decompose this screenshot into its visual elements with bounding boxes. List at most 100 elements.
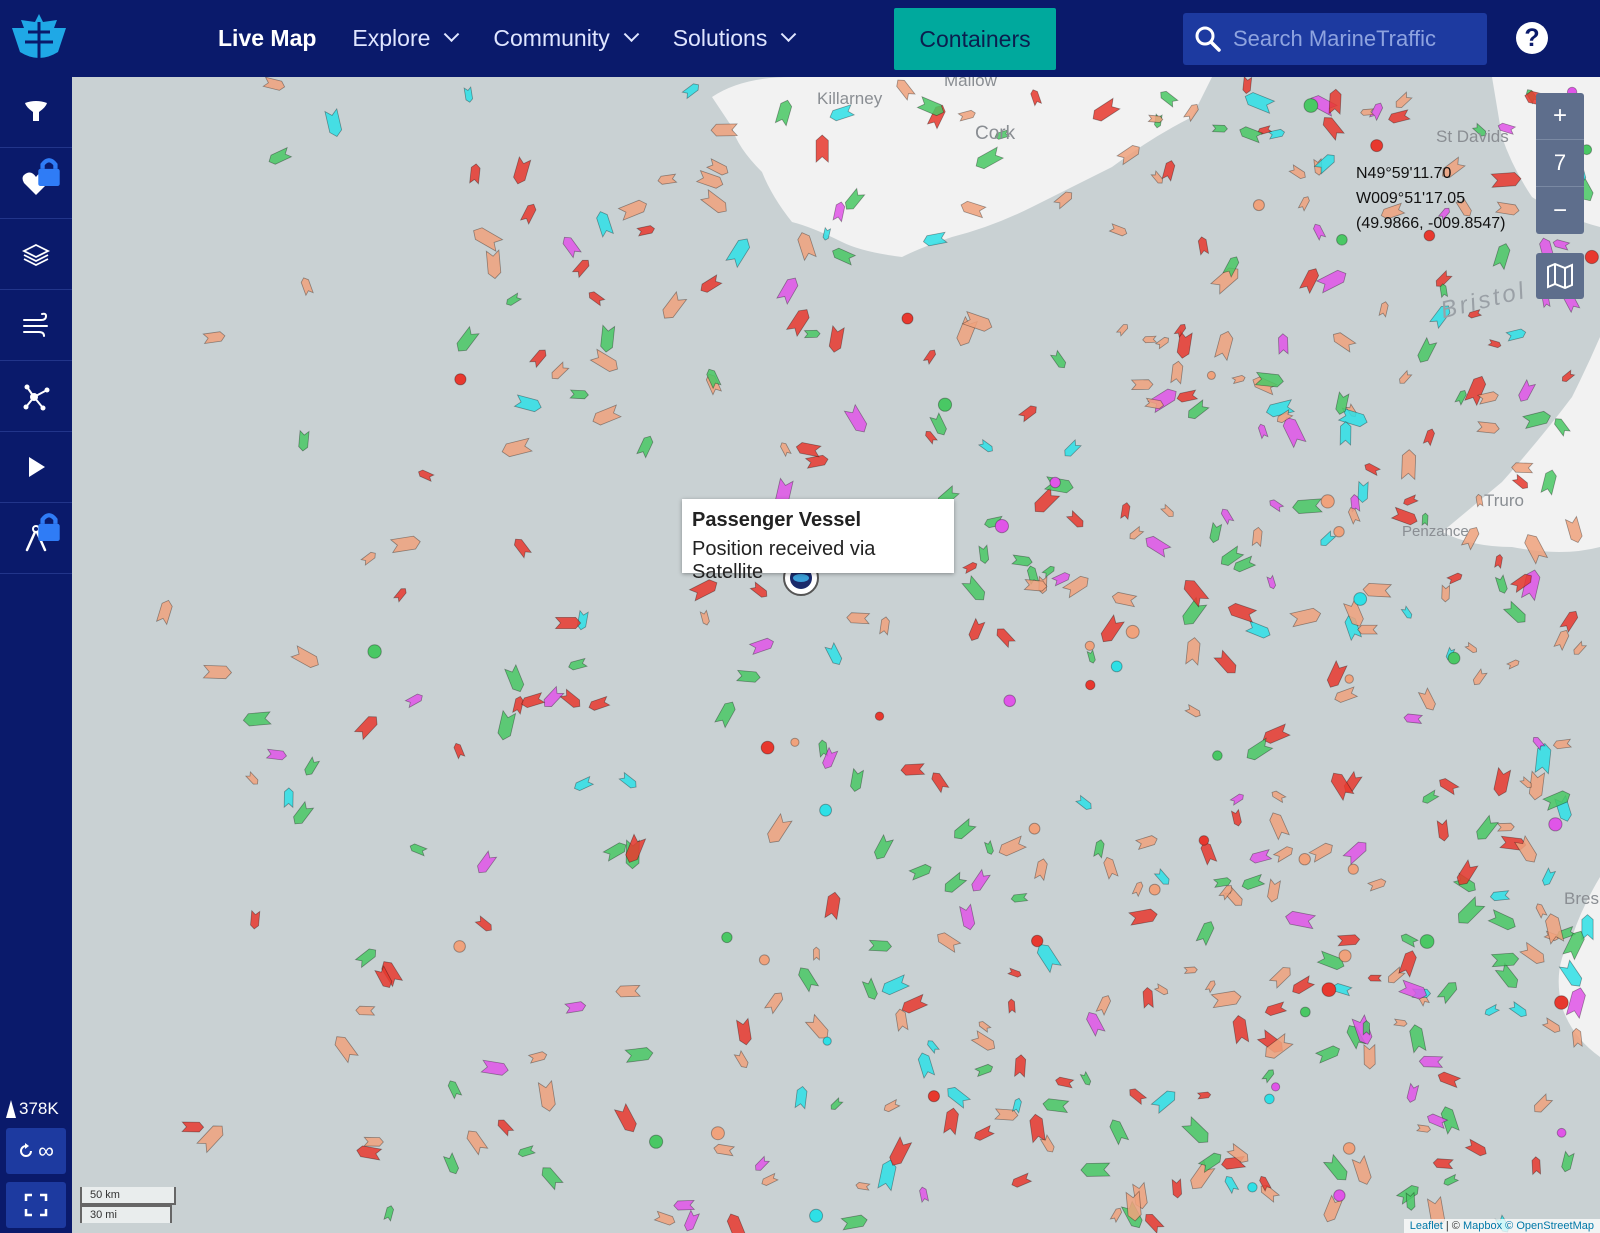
stationary-vessel-marker[interactable] <box>1110 660 1123 673</box>
vessel-marker[interactable] <box>1436 979 1459 1005</box>
vessel-marker[interactable] <box>291 800 315 827</box>
vessel-marker[interactable] <box>929 770 950 794</box>
vessel-marker[interactable] <box>917 1051 936 1080</box>
stationary-vessel-marker[interactable] <box>1299 1006 1311 1018</box>
stationary-vessel-marker[interactable] <box>1370 139 1384 153</box>
vessel-marker[interactable] <box>617 198 649 221</box>
vessel-marker[interactable] <box>417 469 435 482</box>
vessel-marker[interactable] <box>1184 703 1202 719</box>
vessel-marker[interactable] <box>505 292 523 307</box>
vessel-marker[interactable] <box>1544 912 1565 945</box>
vessel-marker[interactable] <box>453 742 466 760</box>
vessel-marker[interactable] <box>1322 1153 1351 1184</box>
vessel-marker[interactable] <box>496 1117 515 1137</box>
vessel-marker[interactable] <box>636 225 656 237</box>
vessel-marker[interactable] <box>1290 975 1316 996</box>
vessel-marker[interactable] <box>1494 554 1503 570</box>
vessel-marker[interactable] <box>1159 503 1175 519</box>
stationary-vessel-marker[interactable] <box>1303 98 1319 113</box>
vessel-marker[interactable] <box>1314 1044 1342 1064</box>
vessel-marker[interactable] <box>1508 1001 1528 1019</box>
vessel-marker[interactable] <box>1278 333 1289 355</box>
vessel-marker[interactable] <box>591 404 622 427</box>
vessel-marker[interactable] <box>1017 404 1039 423</box>
vessel-marker[interactable] <box>244 770 260 786</box>
vessel-marker[interactable] <box>813 946 820 961</box>
vessel-marker[interactable] <box>1243 90 1276 114</box>
vessel-marker[interactable] <box>1534 743 1552 775</box>
vessel-marker[interactable] <box>961 561 978 575</box>
vessel-marker[interactable] <box>699 609 710 626</box>
vessel-marker[interactable] <box>1471 668 1488 687</box>
vessel-marker[interactable] <box>1127 1087 1148 1106</box>
vessel-marker[interactable] <box>181 1121 205 1133</box>
vessel-marker[interactable] <box>1049 349 1068 371</box>
vessel-marker[interactable] <box>681 82 701 100</box>
vessel-marker[interactable] <box>1318 530 1337 548</box>
vessel-marker[interactable] <box>1436 1070 1462 1089</box>
vessel-marker[interactable] <box>1521 410 1552 429</box>
vessel-marker[interactable] <box>1257 423 1269 440</box>
vessel-marker[interactable] <box>926 1039 940 1055</box>
stationary-vessel-marker[interactable] <box>1028 822 1041 835</box>
stationary-vessel-marker[interactable] <box>1342 1142 1356 1155</box>
vessel-marker[interactable] <box>1109 1207 1123 1224</box>
vessel-marker[interactable] <box>944 1084 972 1109</box>
vessel-marker[interactable] <box>967 617 986 643</box>
vessel-marker[interactable] <box>1102 856 1119 880</box>
vessel-marker[interactable] <box>1367 974 1383 982</box>
stationary-vessel-marker[interactable] <box>1338 949 1352 963</box>
vessel-marker[interactable] <box>1220 507 1235 526</box>
vessel-marker[interactable] <box>1007 967 1022 978</box>
vessel-marker[interactable] <box>1142 335 1158 344</box>
vessel-marker[interactable] <box>1351 1154 1373 1186</box>
vessel-marker[interactable] <box>1042 1098 1070 1113</box>
vessel-marker[interactable] <box>1436 818 1449 842</box>
vessel-marker[interactable] <box>657 173 678 185</box>
vessel-marker[interactable] <box>843 403 869 435</box>
vessel-marker[interactable] <box>1493 766 1512 797</box>
vessel-marker[interactable] <box>1241 873 1266 892</box>
vessel-marker[interactable] <box>1292 498 1323 514</box>
vessel-marker[interactable] <box>571 257 592 279</box>
vessel-marker[interactable] <box>1298 266 1321 295</box>
fullscreen-button[interactable] <box>6 1182 66 1228</box>
vessel-marker[interactable] <box>1320 114 1345 142</box>
vessel-marker[interactable] <box>763 990 785 1015</box>
vessel-marker[interactable] <box>568 657 588 671</box>
vessel-marker[interactable] <box>298 429 310 452</box>
stationary-vessel-marker[interactable] <box>1031 934 1044 948</box>
vessel-marker[interactable] <box>561 234 582 259</box>
vessel-marker[interactable] <box>474 915 493 933</box>
vessel-marker[interactable] <box>559 688 582 710</box>
vessel-marker[interactable] <box>1244 620 1272 640</box>
vessel-marker[interactable] <box>392 587 408 603</box>
refresh-loop-button[interactable]: ∞ <box>6 1128 66 1174</box>
stationary-vessel-marker[interactable] <box>1556 1127 1567 1138</box>
vessel-marker[interactable] <box>1421 789 1440 805</box>
vessel-marker[interactable] <box>1489 890 1511 902</box>
vessel-marker[interactable] <box>1342 839 1370 866</box>
vessel-marker[interactable] <box>978 544 990 565</box>
vessel-marker[interactable] <box>1171 1178 1182 1199</box>
vessel-marker[interactable] <box>636 434 655 459</box>
vessel-marker[interactable] <box>383 1205 395 1222</box>
vessel-marker[interactable] <box>1360 108 1375 116</box>
vessel-marker[interactable] <box>796 965 820 993</box>
vessel-marker[interactable] <box>1443 1173 1460 1187</box>
stationary-vessel-marker[interactable] <box>1212 750 1223 761</box>
vessel-marker[interactable] <box>1394 91 1413 110</box>
vessel-marker[interactable] <box>283 787 294 809</box>
vessel-marker[interactable] <box>749 581 769 599</box>
vessel-marker[interactable] <box>595 210 614 238</box>
vessel-marker[interactable] <box>714 699 738 729</box>
vessel-marker[interactable] <box>735 669 761 683</box>
stationary-vessel-marker[interactable] <box>1333 526 1345 538</box>
stationary-vessel-marker[interactable] <box>1252 199 1265 212</box>
vessel-marker[interactable] <box>267 146 293 167</box>
vessel-marker[interactable] <box>155 599 174 626</box>
vessel-marker[interactable] <box>935 930 962 954</box>
vessel-marker[interactable] <box>1179 596 1208 629</box>
vessel-marker[interactable] <box>1134 834 1159 851</box>
vessel-marker[interactable] <box>1226 602 1258 623</box>
